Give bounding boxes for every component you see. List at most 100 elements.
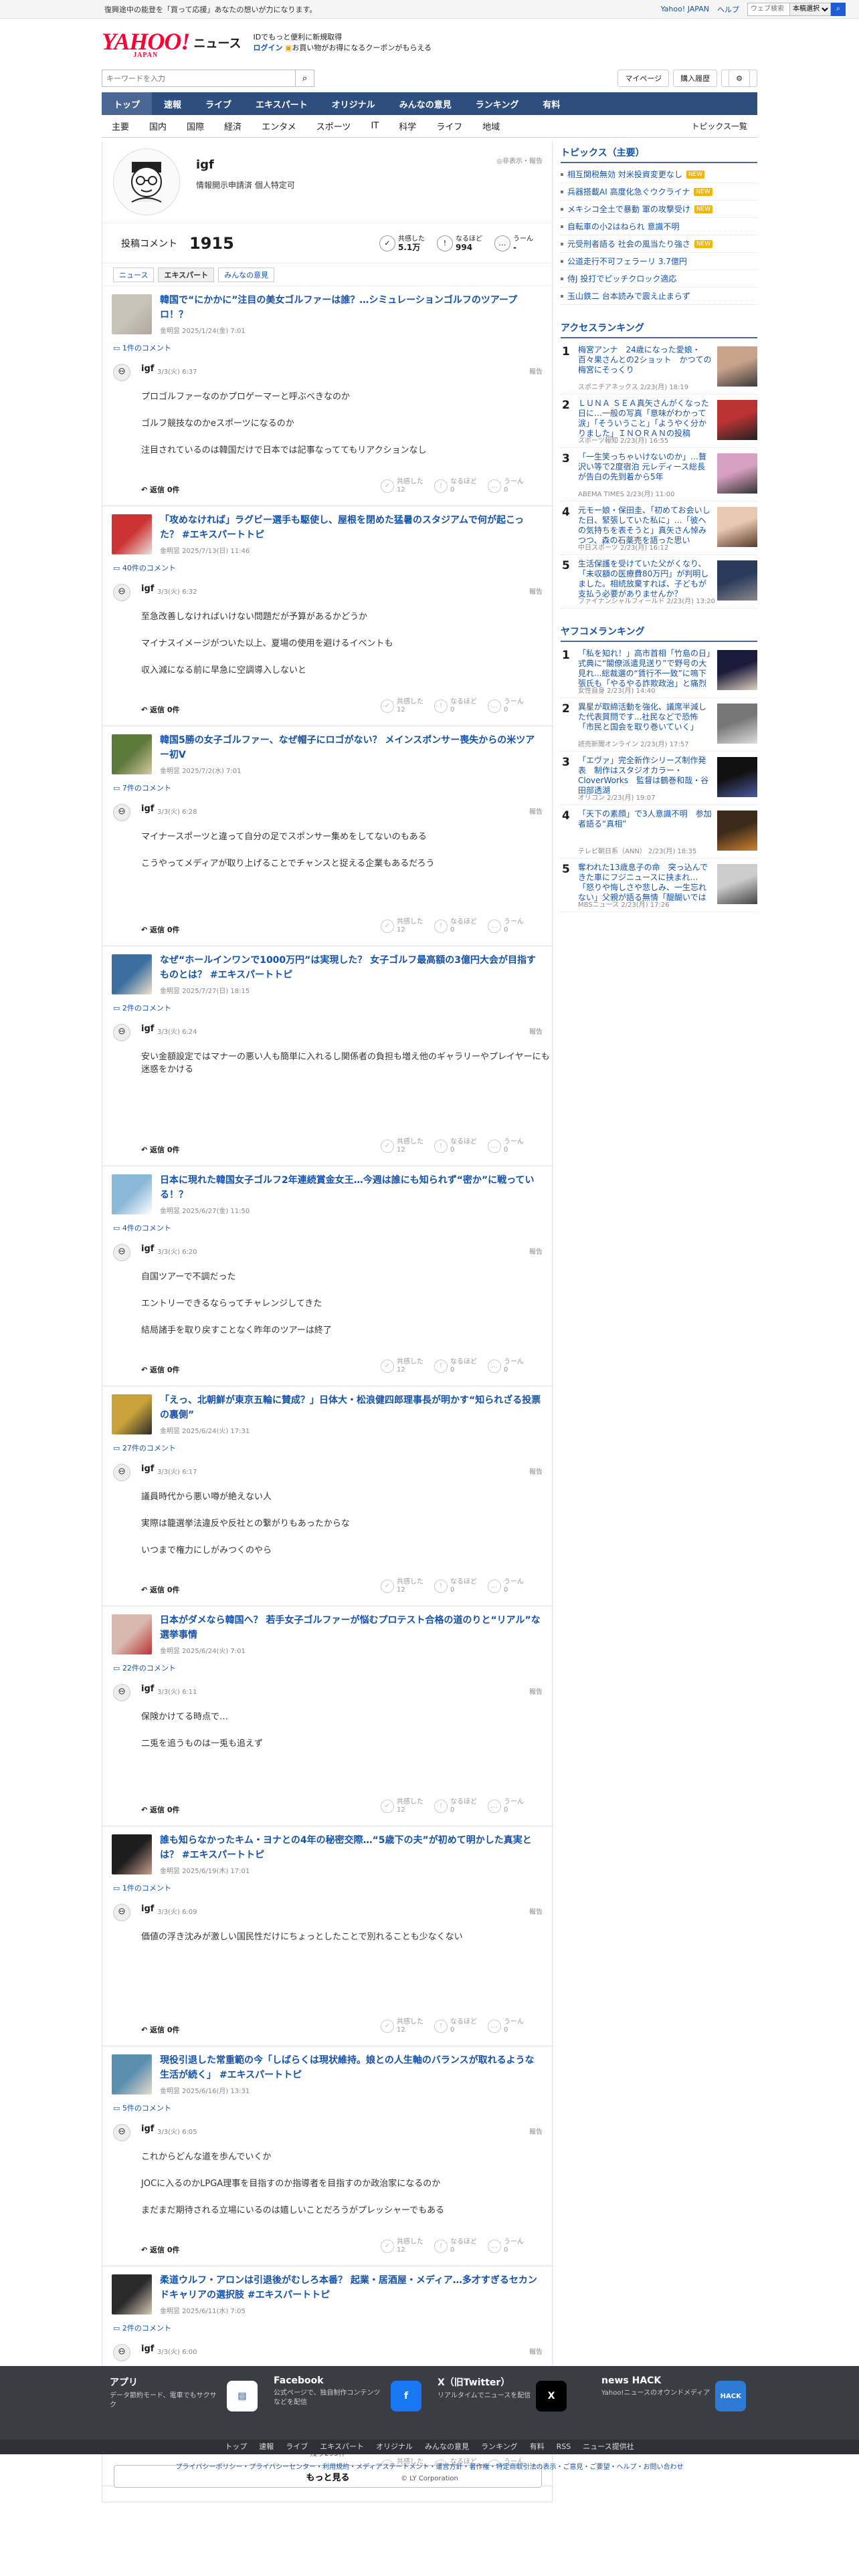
- reaction-button[interactable]: …うーん0: [488, 2018, 524, 2034]
- article-comment-count[interactable]: ▭ 4件のコメント: [113, 1222, 171, 1233]
- ranking-item[interactable]: 3 「エヴァ」完全新作シリーズ制作発表 制作はスタジオカラー・CloverWork…: [561, 752, 757, 805]
- ranking-thumbnail[interactable]: [717, 560, 757, 601]
- footer-nav-item[interactable]: ランキング: [481, 2440, 518, 2454]
- report-link[interactable]: 報告: [529, 1246, 543, 1256]
- ranking-title[interactable]: 「一生笑っちゃいけないのか」…贅沢い等で2度宿泊 元レディース総長が告白の先到着…: [578, 452, 712, 482]
- ranking-title[interactable]: 生活保護を受けていた父がくなり、「未収額の医療費80万円」が判明しました。相続放…: [578, 559, 712, 599]
- footer-nav-item[interactable]: ライブ: [286, 2440, 308, 2454]
- reply-button[interactable]: ↶ 返信 0件: [141, 924, 180, 935]
- reply-button[interactable]: ↶ 返信 0件: [141, 1584, 180, 1595]
- article-title[interactable]: 誰も知らなかったキム・ヨナとの4年の秘密交際…“5歳下の夫”が初めて明かした真実…: [160, 1833, 543, 1862]
- ranking-item[interactable]: 1 「私を知れ！」高市首相「竹島の日」式典に“閣僚派遣見送り”で野号の大見れ...…: [561, 645, 757, 698]
- report-link[interactable]: 報告: [529, 586, 543, 596]
- commenter-name[interactable]: igf: [141, 364, 154, 374]
- topic-item[interactable]: 兵器搭載AI 高度化急ぐウクライナ NEW: [561, 183, 757, 201]
- footer-card[interactable]: アプリ データ節約モード、電車でもサクサク ▤: [102, 2375, 266, 2411]
- gnav-item-5[interactable]: みんなの意見: [387, 92, 464, 115]
- reaction-button[interactable]: ✓共感した12: [381, 698, 423, 714]
- commenter-name[interactable]: igf: [141, 2124, 154, 2134]
- article-comment-count[interactable]: ▭ 1件のコメント: [113, 342, 171, 353]
- yahoo-logo[interactable]: YAHOO! JAPAN: [102, 27, 190, 59]
- footer-card[interactable]: X（旧Twitter） リアルタイムでニュースを配信 X: [430, 2375, 593, 2411]
- reply-button[interactable]: ↶ 返信 0件: [141, 2244, 180, 2255]
- reaction-button[interactable]: ✓共感した12: [381, 1798, 423, 1814]
- reaction-button[interactable]: ✓共感した12: [381, 1578, 423, 1594]
- ranking-thumbnail[interactable]: [717, 757, 757, 797]
- help-link[interactable]: ヘルプ: [717, 4, 739, 15]
- footer-nav-item[interactable]: エキスパート: [320, 2440, 364, 2454]
- gnav-item-2[interactable]: ライブ: [193, 92, 244, 115]
- footer-nav-item[interactable]: トップ: [225, 2440, 247, 2454]
- article-thumbnail[interactable]: [112, 954, 152, 994]
- reply-button[interactable]: ↶ 返信 0件: [141, 704, 180, 715]
- report-link[interactable]: 報告: [529, 1466, 543, 1476]
- footer-nav-item[interactable]: みんなの意見: [425, 2440, 469, 2454]
- reaction-button[interactable]: !なるほど0: [434, 1358, 477, 1374]
- article-title[interactable]: 「えっ、北朝鮮が東京五輪に賛成？」日体大・松浪健四郎理事長が明かす“知られざる投…: [160, 1393, 543, 1422]
- reaction-button[interactable]: ✓共感した12: [381, 1358, 423, 1374]
- ranking-title[interactable]: 「私を知れ！」高市首相「竹島の日」式典に“閣僚派遣見送り”で野号の大見れ...総…: [578, 649, 712, 689]
- search-scope-select[interactable]: 本稿選択: [790, 2, 831, 16]
- article-thumbnail[interactable]: [112, 1394, 152, 1434]
- news-search-input[interactable]: [102, 70, 296, 87]
- reaction-button[interactable]: ✓共感した12: [381, 2018, 423, 2034]
- news-search-button[interactable]: ⌕: [296, 70, 314, 87]
- reaction-button[interactable]: !なるほど0: [434, 1578, 477, 1594]
- article-comment-count[interactable]: ▭ 1件のコメント: [113, 1883, 171, 1893]
- reaction-button[interactable]: !なるほど0: [434, 2018, 477, 2034]
- article-thumbnail[interactable]: [112, 294, 152, 334]
- article-title[interactable]: なぜ“ホールインワンで1000万円”は実現した？ 女子ゴルフ最高額の3億円大会が…: [160, 953, 543, 982]
- signup-link[interactable]: IDでもっと便利に新規取得: [253, 32, 432, 43]
- article-comment-count[interactable]: ▭ 27件のコメント: [113, 1442, 176, 1453]
- commenter-name[interactable]: igf: [141, 2344, 154, 2354]
- gnav-item-3[interactable]: エキスパート: [244, 92, 320, 115]
- report-link[interactable]: 報告: [529, 366, 543, 376]
- commenter-name[interactable]: igf: [141, 1024, 154, 1034]
- ranking-thumbnail[interactable]: [717, 704, 757, 744]
- reaction-button[interactable]: ✓共感した12: [381, 918, 423, 934]
- reaction-button[interactable]: …うーん0: [488, 1138, 524, 1154]
- article-title[interactable]: 現役引退した常重範の今「しばらくは現状維持。娘との人生軸のバランスが取れるような…: [160, 2053, 543, 2082]
- report-link[interactable]: 報告: [529, 1686, 543, 1696]
- gnav-item-6[interactable]: ランキング: [464, 92, 531, 115]
- snav-item-7[interactable]: 科学: [389, 120, 426, 132]
- snav-item-3[interactable]: 経済: [214, 120, 252, 132]
- yahoo-japan-link[interactable]: Yahoo! JAPAN: [660, 5, 709, 13]
- ranking-thumbnail[interactable]: [717, 811, 757, 851]
- reaction-button[interactable]: !なるほど0: [434, 698, 477, 714]
- ranking-item[interactable]: 4 元モー娘・保田圭、「初めてお会いした日、緊張していた私に」…「彼への気持ちを表…: [561, 502, 757, 555]
- mypage-button[interactable]: マイページ: [617, 70, 670, 87]
- web-search-button[interactable]: ⌕: [831, 2, 846, 16]
- reaction-button[interactable]: !なるほど0: [434, 2238, 477, 2254]
- commenter-name[interactable]: igf: [141, 1244, 154, 1254]
- snav-item-8[interactable]: ライフ: [426, 120, 472, 132]
- footer-card[interactable]: news HACK Yahoo!ニュースのオウンドメディア HACK: [593, 2375, 757, 2411]
- coupon-promo[interactable]: お買い物がお得になるクーポンがもらえる: [292, 43, 432, 52]
- tab-1[interactable]: エキスパート: [158, 267, 215, 282]
- gnav-item-0[interactable]: トップ: [102, 92, 153, 115]
- reaction-button[interactable]: …うーん0: [488, 1578, 524, 1594]
- topics-list-link[interactable]: トピックス一覧: [681, 120, 757, 132]
- topic-item[interactable]: 侍J 投打でピッチクロック適応: [561, 270, 757, 288]
- ranking-item[interactable]: 2 異星が取締活動を強化、議席半減した代表質問です...社民などで恐怖「市民と国会…: [561, 698, 757, 752]
- ranking-thumbnail[interactable]: [717, 650, 757, 690]
- article-comment-count[interactable]: ▭ 22件のコメント: [113, 1662, 176, 1673]
- report-link[interactable]: 報告: [529, 2126, 543, 2136]
- legal-links[interactable]: プライバシーポリシー・プライバシーセンター・利用規約・メディアステートメント・運…: [0, 2461, 859, 2471]
- promo-link[interactable]: 復興途中の能登を「買って応援」あなたの想いが力になります。: [104, 4, 316, 15]
- topic-item[interactable]: 自転車の小2はねられ 意識不明: [561, 218, 757, 235]
- reaction-button[interactable]: …うーん0: [488, 478, 524, 494]
- ranking-thumbnail[interactable]: [717, 400, 757, 440]
- article-title[interactable]: 柔道ウルフ・アロンは引退後がむしろ本番？ 起業・居酒屋・メディア…多才すぎるセカ…: [160, 2273, 543, 2302]
- footer-nav-item[interactable]: 有料: [530, 2440, 545, 2454]
- article-comment-count[interactable]: ▭ 40件のコメント: [113, 562, 176, 573]
- footer-nav-item[interactable]: 速報: [259, 2440, 274, 2454]
- commenter-name[interactable]: igf: [141, 1464, 154, 1474]
- reply-button[interactable]: ↶ 返信 0件: [141, 2024, 180, 2035]
- gnav-item-1[interactable]: 速報: [152, 92, 193, 115]
- reaction-button[interactable]: …うーん0: [488, 918, 524, 934]
- reaction-button[interactable]: ✓共感した12: [381, 2238, 423, 2254]
- reaction-button[interactable]: …うーん0: [488, 1798, 524, 1814]
- ranking-title[interactable]: 異星が取締活動を強化、議席半減した代表質問です...社民などで恐怖「市民と国会を…: [578, 702, 712, 732]
- footer-nav-item[interactable]: オリジナル: [376, 2440, 413, 2454]
